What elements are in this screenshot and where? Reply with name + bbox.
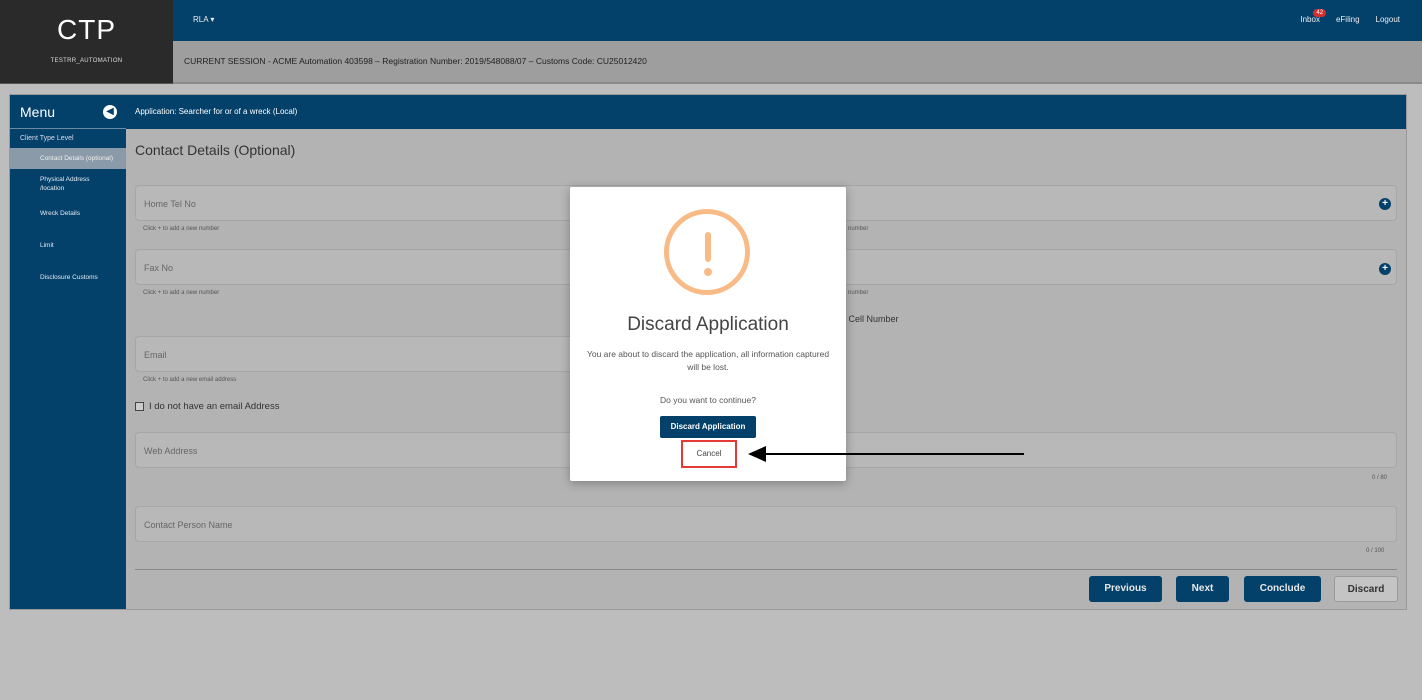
discard-application-button[interactable]: Discard Application: [660, 416, 756, 438]
app-title: Application: Searcher for or of a wreck …: [135, 107, 298, 116]
discard-dialog: Discard Application You are about to dis…: [570, 187, 846, 481]
menu-header: Menu ◀: [10, 95, 126, 129]
fax-hint: Click + to add a new number: [143, 290, 220, 296]
sidebar-item-limit[interactable]: Limit: [10, 235, 126, 256]
logout-link[interactable]: Logout: [1376, 15, 1400, 24]
app-title-bar: Application: Searcher for or of a wreck …: [126, 95, 1406, 129]
rla-menu-label: RLA: [193, 15, 209, 24]
right-number-hint: number: [848, 226, 869, 232]
email-hint: Click + to add a new email address: [143, 377, 237, 383]
caret-down-icon: ▾: [210, 15, 215, 24]
page-title: Contact Details (Optional): [135, 142, 296, 158]
add-number-icon[interactable]: +: [1379, 198, 1391, 210]
current-user: TESTRR_AUTOMATION: [50, 58, 123, 64]
app-logo: CTP: [57, 14, 116, 45]
warning-icon-dot: [704, 268, 712, 276]
collapse-menu-icon[interactable]: ◀: [103, 105, 117, 119]
contact-person-counter: 0 / 100: [1366, 548, 1385, 554]
dialog-message: You are about to discard the application…: [586, 349, 830, 372]
web-address-label: Web Address: [144, 446, 198, 456]
cancel-button[interactable]: Cancel: [681, 440, 737, 468]
sidebar-item-contact-details[interactable]: Contact Details (optional): [10, 148, 126, 169]
contact-person-label: Contact Person Name: [144, 520, 233, 530]
next-button[interactable]: Next: [1176, 576, 1229, 602]
cell-number-option: a Cell Number: [841, 314, 899, 324]
no-email-checkbox[interactable]: [135, 402, 144, 411]
rla-menu[interactable]: RLA ▾: [193, 15, 214, 24]
right-number-hint: number: [848, 290, 869, 296]
no-email-option[interactable]: I do not have an email Address: [135, 401, 279, 412]
warning-icon-bar: [705, 232, 711, 262]
top-links: Inbox 42 eFiling Logout: [1300, 9, 1400, 24]
conclude-button[interactable]: Conclude: [1244, 576, 1321, 602]
top-bar: RLA ▾ Inbox 42 eFiling Logout: [173, 0, 1422, 41]
sidebar-item-wreck-details[interactable]: Wreck Details: [10, 203, 126, 224]
discard-button[interactable]: Discard: [1334, 576, 1398, 602]
session-info: CURRENT SESSION - ACME Automation 403598…: [184, 56, 647, 66]
menu-title: Menu: [20, 104, 56, 120]
session-bar: CURRENT SESSION - ACME Automation 403598…: [173, 41, 1422, 84]
web-address-counter: 0 / 80: [1372, 475, 1388, 481]
fax-label: Fax No: [144, 263, 174, 273]
dialog-title: Discard Application: [627, 314, 789, 335]
warning-icon: [664, 209, 750, 295]
divider: [135, 569, 1397, 570]
dialog-question: Do you want to continue?: [660, 395, 756, 405]
home-tel-label: Home Tel No: [144, 199, 196, 209]
inbox-count-badge: 42: [1313, 9, 1327, 17]
no-email-label: I do not have an email Address: [149, 401, 280, 412]
logo-area: CTP TESTRR_AUTOMATION: [0, 0, 173, 84]
sidebar: Menu ◀ Client Type Level Contact Details…: [10, 95, 126, 609]
efiling-link[interactable]: eFiling: [1336, 15, 1360, 24]
home-tel-hint: Click + to add a new number: [143, 226, 220, 232]
sidebar-item-disclosure-customs[interactable]: Disclosure Customs: [10, 267, 126, 288]
add-number-icon[interactable]: +: [1379, 263, 1391, 275]
email-label: Email: [144, 350, 167, 360]
inbox-link[interactable]: Inbox 42: [1300, 9, 1327, 24]
sidebar-section: Client Type Level: [20, 135, 74, 142]
previous-button[interactable]: Previous: [1089, 576, 1162, 602]
arrow-pointer-icon: [748, 446, 1024, 462]
contact-person-field[interactable]: Contact Person Name: [135, 506, 1397, 542]
sidebar-item-physical-address[interactable]: Physical Address /location: [10, 169, 126, 199]
